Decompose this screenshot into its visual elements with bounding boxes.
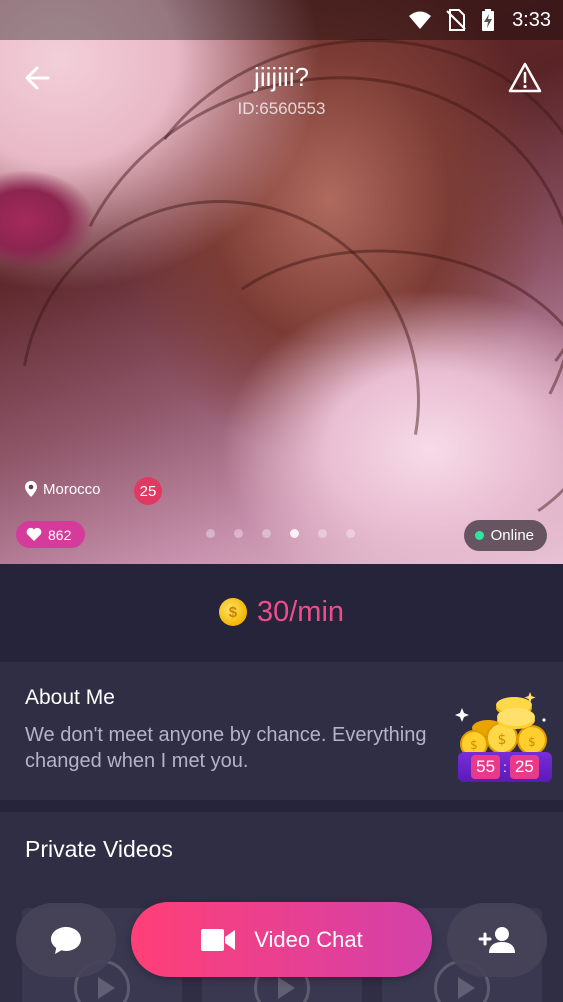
chat-bubble-icon <box>51 927 81 954</box>
status-bar: 3:33 <box>0 0 563 40</box>
coin-pile-icon: $ $ $ <box>455 692 547 758</box>
pager-dot <box>318 529 327 538</box>
about-title: About Me <box>25 686 115 709</box>
location-pin-icon <box>25 481 37 497</box>
price-section: $ 30/min <box>0 564 563 660</box>
online-dot <box>474 531 484 540</box>
status-time: 3:33 <box>512 9 551 31</box>
pager-dot <box>206 529 215 538</box>
coin-promo-widget[interactable]: $ $ $ 55 : 25 <box>452 690 556 790</box>
video-camera-icon <box>201 928 236 951</box>
location: Morocco <box>24 480 101 498</box>
video-chat-label: Video Chat <box>254 926 363 952</box>
location-text: Morocco <box>43 480 101 498</box>
profile-name: jiijiii? <box>254 62 309 92</box>
promo-timer: 55 : 25 <box>458 752 552 782</box>
battery-charging-icon <box>482 9 494 31</box>
likes-count: 862 <box>48 526 72 543</box>
likes-badge[interactable]: 862 <box>16 521 86 548</box>
profile-id: ID:6560553 <box>237 99 326 118</box>
online-text: Online <box>490 527 534 544</box>
add-user-icon <box>478 927 515 953</box>
about-text: We don't meet anyone by chance. Everythi… <box>25 722 465 774</box>
video-chat-button[interactable]: Video Chat <box>131 902 432 977</box>
pager-dot <box>262 529 271 538</box>
price-per-minute: 30/min <box>256 595 345 628</box>
follow-button[interactable] <box>447 903 547 977</box>
report-button[interactable] <box>505 58 545 98</box>
timer-seconds: 25 <box>509 755 539 779</box>
svg-text:$: $ <box>498 732 507 748</box>
age-badge: 25 <box>134 477 162 505</box>
timer-minutes: 55 <box>471 755 501 779</box>
online-status: Online <box>463 520 547 551</box>
about-text-line-1: We don't meet anyone by chance. Everythi… <box>25 724 427 746</box>
pager-dot <box>346 529 355 538</box>
coin-icon: $ <box>218 598 247 626</box>
profile-screen: 3:33 jiijiii? ID:6560553 Morocco 25 862 … <box>0 0 563 1002</box>
svg-text:$: $ <box>528 735 536 749</box>
timer-separator: : <box>503 759 507 775</box>
private-videos-title: Private Videos <box>25 836 173 862</box>
pager-dot-active <box>290 529 299 538</box>
wifi-icon <box>409 11 431 29</box>
no-sim-icon <box>446 9 466 31</box>
heart-icon <box>26 527 42 541</box>
chat-button[interactable] <box>16 903 116 977</box>
photo-pager <box>206 529 355 538</box>
warning-icon <box>508 62 542 93</box>
about-text-line-2: changed when I met you. <box>25 750 249 772</box>
svg-text:$: $ <box>470 738 478 752</box>
pager-dot <box>234 529 243 538</box>
